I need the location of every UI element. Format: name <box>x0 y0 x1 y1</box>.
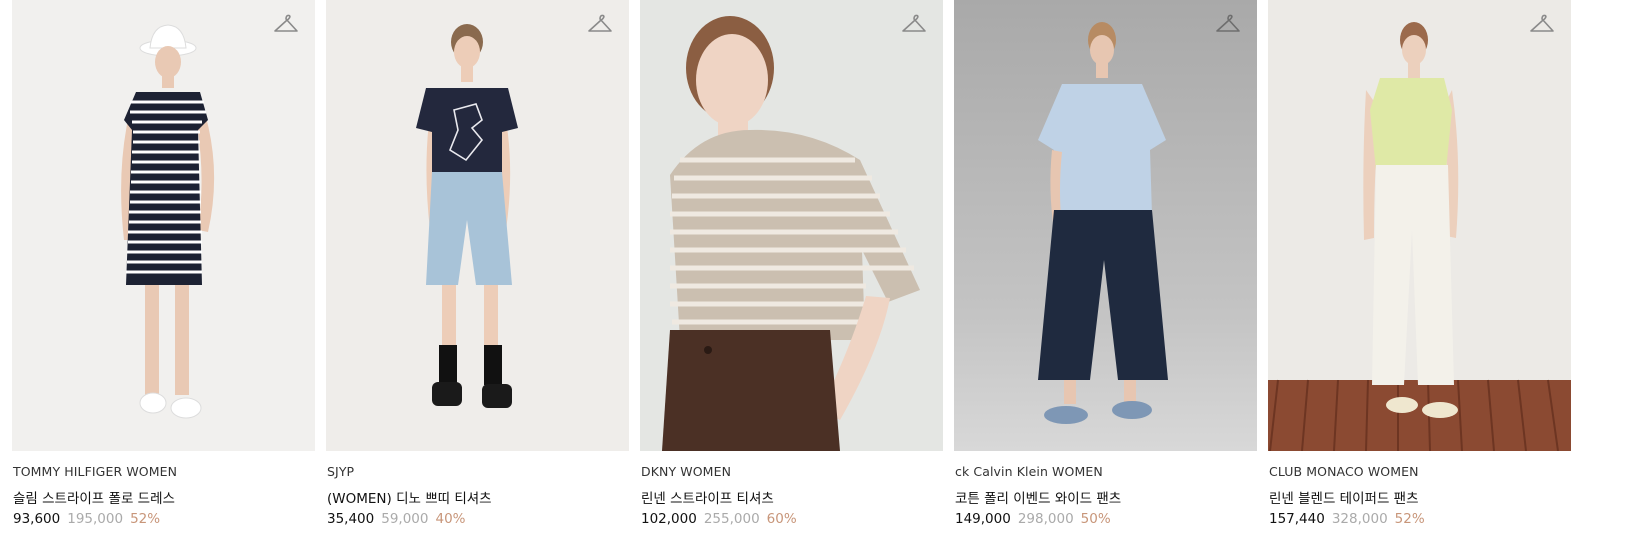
product-brand[interactable]: SJYP <box>327 464 354 479</box>
product-brand[interactable]: ck Calvin Klein WOMEN <box>955 464 1103 479</box>
sale-price: 93,600 <box>13 511 61 527</box>
product-brand[interactable]: DKNY WOMEN <box>641 464 731 479</box>
model-photo <box>1038 22 1168 424</box>
product-prices: 149,000 298,000 50% <box>955 511 1111 527</box>
model-photo <box>662 16 920 451</box>
product-prices: 102,000 255,000 60% <box>641 511 797 527</box>
sale-price: 102,000 <box>641 511 697 527</box>
product-card[interactable]: CLUB MONACO WOMEN 린넨 블렌드 테이퍼드 팬츠 157,440… <box>1268 0 1571 533</box>
original-price: 59,000 <box>381 511 429 527</box>
original-price: 255,000 <box>703 511 760 527</box>
model-photo <box>121 24 215 419</box>
product-card[interactable]: TOMMY HILFIGER WOMEN 슬림 스트라이프 폴로 드레스 93,… <box>12 0 315 533</box>
product-prices: 35,400 59,000 40% <box>327 511 466 527</box>
discount-rate: 50% <box>1080 511 1111 527</box>
product-card[interactable]: ck Calvin Klein WOMEN 코튼 폴리 이벤드 와이드 팬츠 1… <box>954 0 1257 533</box>
product-name[interactable]: 린넨 스트라이프 티셔츠 <box>641 487 774 507</box>
original-price: 298,000 <box>1017 511 1074 527</box>
product-image[interactable] <box>640 0 943 451</box>
product-brand[interactable]: TOMMY HILFIGER WOMEN <box>13 464 177 479</box>
discount-rate: 60% <box>766 511 797 527</box>
product-prices: 157,440 328,000 52% <box>1269 511 1425 527</box>
product-image[interactable] <box>954 0 1257 451</box>
product-name[interactable]: 코튼 폴리 이벤드 와이드 팬츠 <box>955 487 1121 507</box>
product-card[interactable]: DKNY WOMEN 린넨 스트라이프 티셔츠 102,000 255,000 60… <box>640 0 943 533</box>
discount-rate: 40% <box>435 511 466 527</box>
sale-price: 157,440 <box>1269 511 1325 527</box>
sale-price: 35,400 <box>327 511 375 527</box>
product-image[interactable] <box>326 0 629 451</box>
product-image[interactable] <box>12 0 315 451</box>
hanger-icon[interactable] <box>587 13 613 35</box>
hanger-icon[interactable] <box>1215 13 1241 35</box>
product-name[interactable]: 슬림 스트라이프 폴로 드레스 <box>13 487 175 507</box>
product-card[interactable]: SJYP (WOMEN) 디노 쁘띠 티셔츠 35,400 59,000 40% <box>326 0 629 533</box>
product-grid: TOMMY HILFIGER WOMEN 슬림 스트라이프 폴로 드레스 93,… <box>0 0 1626 533</box>
product-name[interactable]: (WOMEN) 디노 쁘띠 티셔츠 <box>327 487 492 507</box>
hanger-icon[interactable] <box>1529 13 1555 35</box>
model-photo <box>1268 22 1571 451</box>
product-brand[interactable]: CLUB MONACO WOMEN <box>1269 464 1419 479</box>
hanger-icon[interactable] <box>901 13 927 35</box>
product-name[interactable]: 린넨 블렌드 테이퍼드 팬츠 <box>1269 487 1419 507</box>
hanger-icon[interactable] <box>273 13 299 35</box>
discount-rate: 52% <box>130 511 161 527</box>
model-photo <box>416 24 518 408</box>
discount-rate: 52% <box>1394 511 1425 527</box>
sale-price: 149,000 <box>955 511 1011 527</box>
product-image[interactable] <box>1268 0 1571 451</box>
product-prices: 93,600 195,000 52% <box>13 511 160 527</box>
original-price: 195,000 <box>67 511 124 527</box>
original-price: 328,000 <box>1331 511 1388 527</box>
